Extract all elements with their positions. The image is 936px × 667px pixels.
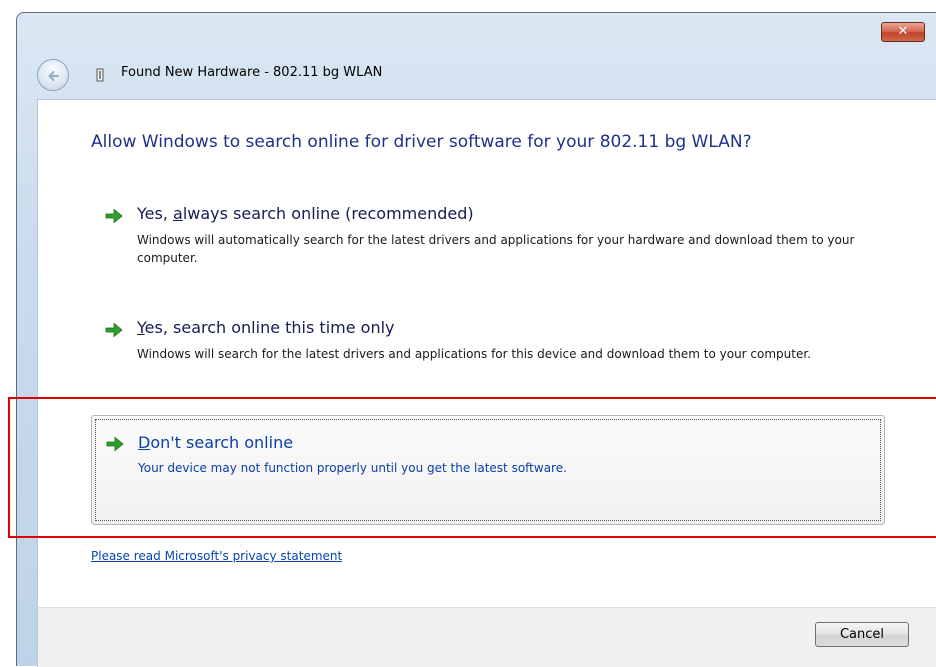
option-always-search-online[interactable]: Yes, always search online (recommended) … bbox=[93, 200, 883, 282]
back-button[interactable] bbox=[37, 59, 69, 91]
back-arrow-icon bbox=[48, 70, 60, 82]
option-title: Don't search online bbox=[138, 433, 294, 452]
green-arrow-icon bbox=[105, 208, 123, 224]
accelerator-key: Y bbox=[137, 318, 145, 337]
window-title: Found New Hardware - 802.11 bg WLAN bbox=[121, 65, 383, 80]
footer-area bbox=[37, 607, 936, 667]
found-new-hardware-window: ✕ Found New Hardware - 802.11 bg WLAN Al… bbox=[0, 0, 936, 667]
hardware-device-icon bbox=[96, 68, 104, 82]
option-title: Yes, always search online (recommended) bbox=[137, 204, 474, 223]
option-dont-search-online[interactable]: Don't search online Your device may not … bbox=[91, 415, 885, 525]
option-description: Windows will search for the latest drive… bbox=[137, 347, 812, 361]
option-description: Windows will automatically search for th… bbox=[137, 233, 855, 265]
accelerator-key: D bbox=[138, 433, 151, 452]
accelerator-key: a bbox=[173, 204, 183, 223]
option-search-online-this-time[interactable]: Yes, search online this time only Window… bbox=[93, 314, 883, 396]
main-instruction: Allow Windows to search online for drive… bbox=[91, 132, 752, 152]
privacy-statement-link[interactable]: Please read Microsoft's privacy statemen… bbox=[91, 549, 342, 563]
green-arrow-icon bbox=[106, 436, 124, 452]
option-title: Yes, search online this time only bbox=[137, 318, 395, 337]
option-description: Your device may not function properly un… bbox=[138, 461, 567, 475]
close-icon: ✕ bbox=[897, 24, 909, 39]
cancel-button[interactable]: Cancel bbox=[815, 622, 909, 647]
close-button[interactable]: ✕ bbox=[881, 22, 925, 42]
green-arrow-icon bbox=[105, 322, 123, 338]
